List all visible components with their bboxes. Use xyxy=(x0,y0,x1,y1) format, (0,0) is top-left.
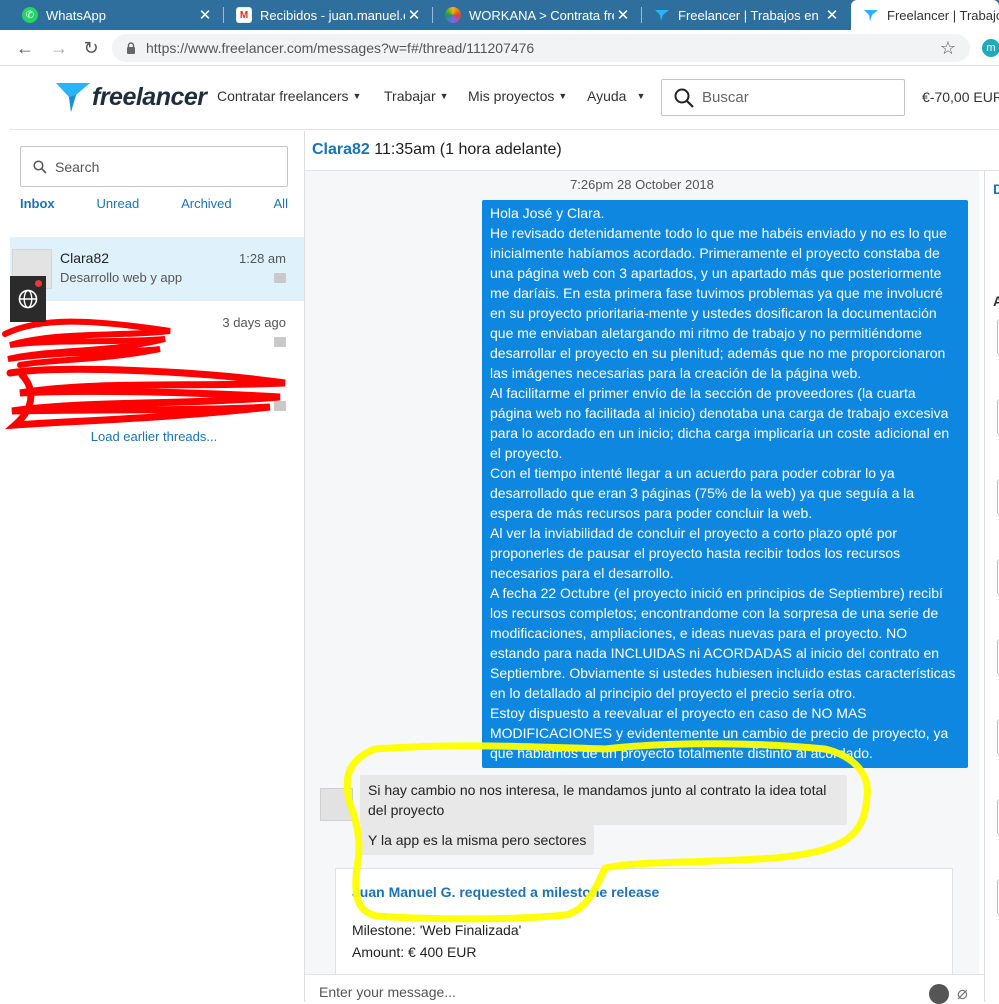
freelancer-icon xyxy=(863,7,879,23)
search-icon xyxy=(674,88,694,108)
conversation-header: Clara82 11:35am (1 hora adelante) xyxy=(305,131,999,171)
thread-preview: Desarrollo web y app xyxy=(60,270,183,285)
site-header: freelancer Contratar freelancers ▼ Trabaj… xyxy=(10,66,999,130)
tab-whatsapp[interactable]: ✆ WhatsApp ✕ xyxy=(10,0,222,30)
redaction-scribble xyxy=(4,365,286,430)
tab-workana[interactable]: WORKANA > Contrata free ✕ xyxy=(433,0,640,30)
message-input[interactable] xyxy=(319,984,899,1000)
filter-unread[interactable]: Unread xyxy=(97,196,140,211)
message-paragraph: Estoy dispuesto a reevaluar el proyecto … xyxy=(490,705,949,761)
caret-down-icon: ▼ xyxy=(636,91,646,101)
milestone-card: Juan Manuel G. requested a milestone rel… xyxy=(335,868,953,974)
bookmark-star-icon[interactable]: ☆ xyxy=(940,38,956,59)
message-paragraph: He revisado detenidamente todo lo que me… xyxy=(490,225,947,381)
message-paragraph: Al facilitarme el primer envío de la sec… xyxy=(490,385,950,461)
attachment-icon[interactable]: ⌀ xyxy=(957,983,968,1004)
filter-all[interactable]: All xyxy=(274,196,288,211)
url-box[interactable]: https://www.freelancer.com/messages?w=f#… xyxy=(112,34,970,62)
brand-name: freelancer xyxy=(92,82,207,111)
thread-filters: Inbox Unread Archived All xyxy=(20,196,288,211)
nav-label: Trabajar xyxy=(384,88,436,104)
tab-gmail[interactable]: M Recibidos - juan.manuel.oje ✕ xyxy=(224,0,431,30)
message-search[interactable] xyxy=(20,146,288,187)
incoming-message: Si hay cambio no nos interesa, le mandam… xyxy=(360,775,847,825)
avatar xyxy=(320,788,353,821)
details-panel-heading: A xyxy=(993,293,999,309)
search-icon xyxy=(33,159,47,174)
close-tab-icon[interactable]: ✕ xyxy=(405,6,423,24)
reload-icon[interactable]: ↻ xyxy=(80,37,102,59)
address-bar: ← → ↻ https://www.freelancer.com/message… xyxy=(0,30,999,66)
tab-freelancer-active[interactable]: Freelancer | Trabajos xyxy=(851,0,999,30)
message-list[interactable]: 7:26pm 28 October 2018 Hola José y Clara… xyxy=(305,171,979,974)
account-balance[interactable]: €-70,00 EUR xyxy=(922,89,999,105)
tab-freelancer-1[interactable]: Freelancer | Trabajos en lín ✕ xyxy=(642,0,849,30)
nav-trabajar[interactable]: Trabajar ▼ xyxy=(384,88,449,104)
conversation-username[interactable]: Clara82 xyxy=(312,141,370,158)
outgoing-message: Hola José y Clara. He revisado detenidam… xyxy=(482,200,968,768)
freelancer-icon xyxy=(654,7,670,23)
message-paragraph: Con el tiempo intenté llegar a un acuerd… xyxy=(490,465,915,521)
globe-icon xyxy=(18,289,38,309)
filter-inbox[interactable]: Inbox xyxy=(20,196,55,211)
thread-time: 3 days ago xyxy=(222,315,286,330)
freelancer-logo[interactable]: freelancer xyxy=(56,80,207,114)
forward-icon[interactable]: → xyxy=(48,37,70,59)
nav-label: Contratar freelancers xyxy=(217,88,349,104)
milestone-name: Milestone: 'Web Finalizada' xyxy=(352,922,522,938)
tab-title: Recibidos - juan.manuel.oje xyxy=(260,7,405,23)
tab-title: Freelancer | Trabajos xyxy=(887,7,999,23)
thread-name: Clara82 xyxy=(60,250,110,266)
incoming-message: Y la app es la misma pero sectores xyxy=(360,825,595,855)
milestone-amount: Amount: € 400 EUR xyxy=(352,944,477,960)
milestone-title[interactable]: Juan Manuel G. requested a milestone rel… xyxy=(352,884,659,900)
emoji-icon[interactable] xyxy=(929,984,949,1004)
load-earlier-threads-link[interactable]: Load earlier threads... xyxy=(10,429,298,444)
message-date: 7:26pm 28 October 2018 xyxy=(570,177,714,192)
thread-list-panel: Inbox Unread Archived All Clara82 Desarr… xyxy=(2,131,305,1002)
back-icon[interactable]: ← xyxy=(14,37,36,59)
nav-mis-proyectos[interactable]: Mis proyectos ▼ xyxy=(468,88,567,104)
message-composer: ⌀ xyxy=(305,974,999,1004)
filter-archived[interactable]: Archived xyxy=(181,196,232,211)
details-panel: D A xyxy=(984,171,999,1002)
close-tab-icon[interactable]: ✕ xyxy=(196,6,214,24)
site-search-input[interactable] xyxy=(702,89,882,106)
gmail-icon: M xyxy=(236,7,252,23)
tab-title: WhatsApp xyxy=(46,7,106,23)
close-tab-icon[interactable]: ✕ xyxy=(823,6,841,24)
caret-down-icon: ▼ xyxy=(439,91,449,101)
message-paragraph: Hola José y Clara. xyxy=(490,205,605,221)
message-search-input[interactable] xyxy=(55,158,255,175)
caret-down-icon: ▼ xyxy=(558,91,568,101)
thread-time: 1:28 am xyxy=(239,251,286,266)
nav-label: Ayuda xyxy=(587,88,627,104)
caret-down-icon: ▼ xyxy=(352,91,362,101)
whatsapp-icon: ✆ xyxy=(22,7,38,23)
close-tab-icon[interactable]: ✕ xyxy=(614,6,632,24)
lock-icon xyxy=(127,42,135,54)
nav-label: Mis proyectos xyxy=(468,88,555,104)
url-text[interactable]: https://www.freelancer.com/messages?w=f#… xyxy=(146,40,940,56)
message-paragraph: A fecha 22 Octubre (el proyecto inició e… xyxy=(490,585,956,701)
conversation-panel: Clara82 11:35am (1 hora adelante) 7:26pm… xyxy=(305,131,999,1004)
thread-item[interactable]: Clara82 Desarrollo web y app 1:28 am xyxy=(10,237,304,301)
notification-dot xyxy=(35,280,42,287)
nav-ayuda[interactable]: Ayuda ▼ xyxy=(587,88,645,104)
tab-title: Freelancer | Trabajos en lín xyxy=(678,7,823,23)
archive-folder-icon[interactable] xyxy=(274,337,286,347)
browser-tab-strip: ✆ WhatsApp ✕ M Recibidos - juan.manuel.o… xyxy=(0,0,999,30)
site-search[interactable] xyxy=(661,79,905,116)
conversation-local-time: 11:35am (1 hora adelante) xyxy=(374,141,562,158)
profile-avatar[interactable]: m xyxy=(982,39,999,57)
nav-contratar[interactable]: Contratar freelancers ▼ xyxy=(217,88,361,104)
archive-folder-icon[interactable] xyxy=(274,273,286,283)
tab-title: WORKANA > Contrata free xyxy=(469,7,614,23)
details-panel-title: D xyxy=(993,181,999,197)
workana-icon xyxy=(445,7,461,23)
freelancer-bird-icon xyxy=(56,83,90,112)
message-paragraph: Al ver la inviabilidad de concluir el pr… xyxy=(490,525,901,581)
language-globe-button[interactable] xyxy=(10,276,46,322)
